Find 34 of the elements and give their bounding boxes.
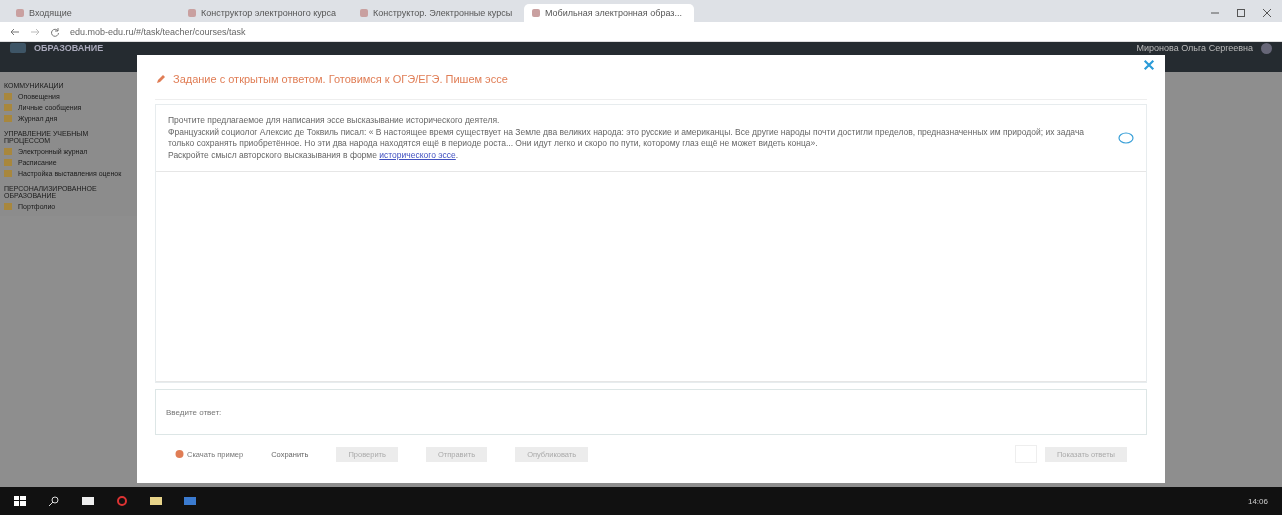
mail-icon[interactable] [82,496,94,506]
logo-icon [10,43,26,53]
browser-tab[interactable]: Входящие [8,4,178,22]
dialog-title: Задание с открытым ответом. Готовимся к ОГЭ/ЕГЭ. Пишем эссе [173,73,508,85]
folder-icon [4,203,12,210]
browser-tab[interactable]: Конструктор. Электронные курсы [352,4,522,22]
ring-icon[interactable] [116,496,128,506]
task-text: Прочтите предлагаемое для написания эссе высказывание исторического деятеля. [168,115,501,126]
task-prompt: Раскройте смысл авторского высказывания в форме исторического эссе. [168,150,460,161]
close-icon[interactable] [1143,59,1155,71]
window-icon[interactable] [184,496,196,506]
browser-tab[interactable]: Конструктор электронного курса [180,4,350,22]
maximize-icon[interactable] [1236,8,1246,18]
favicon-icon [532,9,540,17]
windows-icon[interactable] [14,496,26,506]
favicon-icon [360,9,368,17]
folder-icon[interactable] [150,496,162,506]
search-icon[interactable] [48,496,60,506]
reload-icon[interactable] [50,26,60,37]
back-icon[interactable] [10,26,20,37]
favicon-icon [16,9,24,17]
favicon-icon [188,9,196,17]
clock-time: 14:06 [1247,496,1268,506]
avatar-icon[interactable] [1261,43,1272,54]
task-text: Французский социолог Алексис де Токвиль писал: « В настоящее время существует на Земле два великих народа: это русские и американцы. Все другие народы почти достигли пределов, предназначенных им природой; их задача только сохранять приобретённое. Но эти два народа находятся ещё в периоде роста... Они идут легко и скоро по пути, которому глаз ещё не может видеть конца». [168,127,1086,149]
user-name[interactable]: Миронова Ольга Сергеевна [1136,43,1253,54]
essay-link[interactable]: исторического эссе [379,150,456,160]
logo-text: ОБРАЗОВАНИЕ [34,43,104,53]
close-icon[interactable] [1262,8,1272,18]
browser-tab[interactable]: Мобильная электронная образ... [524,4,694,22]
answer-field[interactable]: Введите ответ: [155,389,1147,435]
download-icon [175,449,184,459]
circle-icon[interactable] [1118,132,1134,144]
address-field[interactable]: edu.mob-edu.ru/#/task/teacher/courses/task [70,26,246,37]
